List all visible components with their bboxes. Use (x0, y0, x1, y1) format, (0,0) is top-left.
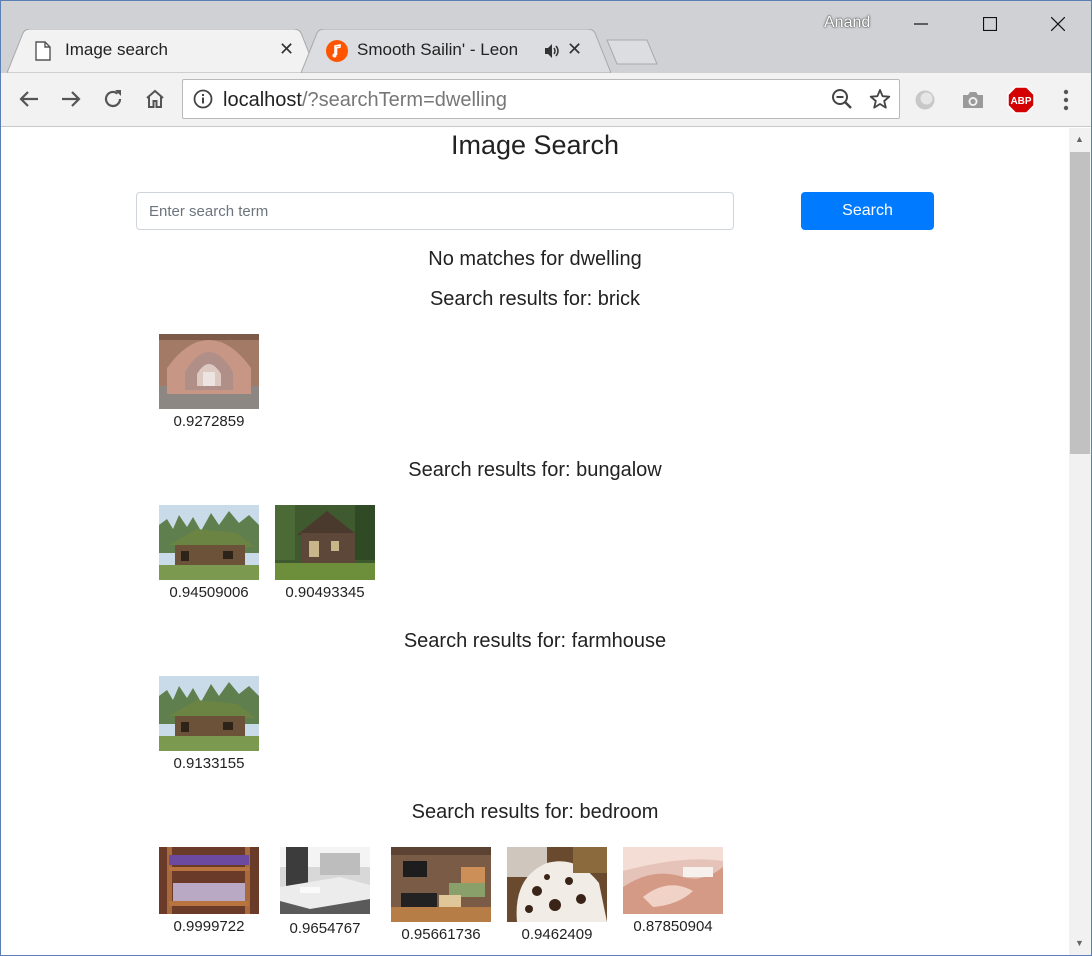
tab-image-search[interactable]: Image search ✕ (7, 29, 317, 73)
page-title: Image Search (450, 130, 620, 160)
result-heading-bungalow: Search results for: bungalow (408, 459, 662, 481)
reload-icon (104, 90, 122, 108)
maximize-button[interactable] (967, 1, 1013, 47)
result-item[interactable]: 0.94509006 (159, 505, 259, 601)
result-score: 0.94509006 (169, 584, 249, 601)
result-heading-brick: Search results for: brick (429, 288, 641, 310)
back-button[interactable] (13, 83, 45, 115)
result-score: 0.87850904 (633, 918, 713, 935)
close-window-button[interactable] (1035, 1, 1081, 47)
info-icon[interactable] (193, 89, 213, 114)
result-score: 0.9133155 (173, 755, 245, 772)
home-icon (146, 89, 164, 108)
arrow-left-icon (19, 91, 38, 107)
result-heading-bedroom: Search results for: bedroom (411, 801, 659, 823)
reload-button[interactable] (97, 83, 129, 115)
minimize-button[interactable] (898, 1, 944, 47)
result-score: 0.9462409 (521, 926, 593, 943)
tab-close-icon[interactable]: ✕ (567, 39, 582, 60)
search-button[interactable]: Search (801, 192, 934, 230)
tab-music[interactable]: Smooth Sailin' - Leon ✕ (301, 29, 611, 73)
extension-camera[interactable] (958, 85, 988, 115)
result-item[interactable]: 0.90493345 (275, 505, 375, 601)
search-input[interactable] (136, 192, 734, 230)
new-tab-button[interactable] (605, 39, 659, 65)
result-item[interactable]: 0.9133155 (159, 676, 259, 772)
url-text: localhost/?searchTerm=dwelling (223, 89, 507, 112)
result-item[interactable]: 0.9654767 (275, 847, 375, 937)
more-vertical-icon (1063, 89, 1069, 111)
adblock-plus-icon: ABP (1007, 86, 1035, 114)
browser-window: Image search ✕ Smooth Sailin' - Leon ✕ A… (0, 0, 1092, 956)
result-item[interactable]: 0.87850904 (623, 847, 723, 935)
music-icon (325, 39, 349, 68)
result-item[interactable]: 0.9462409 (507, 847, 607, 943)
tab-title: Image search (65, 40, 168, 59)
browser-menu-button[interactable] (1051, 85, 1081, 115)
result-heading-farmhouse: Search results for: farmhouse (403, 630, 667, 652)
scroll-down-icon[interactable]: ▼ (1075, 938, 1084, 948)
result-image[interactable] (507, 847, 607, 922)
arrow-right-icon (62, 91, 81, 107)
result-item[interactable]: 0.9999722 (159, 847, 259, 935)
title-bar: Image search ✕ Smooth Sailin' - Leon ✕ A… (1, 1, 1091, 73)
page-content: Image Search Search No matches for dwell… (1, 128, 1069, 955)
extension-ghost[interactable] (910, 85, 940, 115)
no-matches-message: No matches for dwelling (428, 248, 642, 270)
page-scrollbar[interactable]: ▲ ▼ (1069, 128, 1091, 955)
result-item[interactable]: 0.95661736 (391, 847, 491, 943)
adblock-label: ABP (1010, 96, 1031, 107)
bookmark-star-icon[interactable] (869, 88, 891, 115)
tab-title: Smooth Sailin' - Leon (357, 40, 519, 59)
url-path: /?searchTerm=dwelling (301, 89, 508, 111)
result-item[interactable]: 0.9272859 (159, 334, 259, 430)
result-score: 0.90493345 (285, 584, 365, 601)
close-icon (1051, 17, 1065, 31)
minimize-icon (914, 23, 928, 25)
camera-icon (963, 92, 983, 108)
result-image[interactable] (159, 505, 259, 580)
profile-name[interactable]: Anand (824, 14, 870, 32)
result-score: 0.9999722 (173, 918, 245, 935)
tab-close-icon[interactable]: ✕ (279, 39, 294, 60)
result-score: 0.9654767 (289, 920, 361, 937)
result-image[interactable] (159, 676, 259, 751)
page-icon (35, 41, 51, 66)
address-bar[interactable]: localhost/?searchTerm=dwelling (182, 79, 900, 119)
zoom-icon[interactable] (831, 88, 853, 115)
result-image[interactable] (275, 847, 375, 914)
result-image[interactable] (159, 847, 259, 914)
browser-toolbar: localhost/?searchTerm=dwelling ABP (1, 73, 1091, 127)
forward-button[interactable] (55, 83, 87, 115)
scroll-up-icon[interactable]: ▲ (1075, 134, 1084, 144)
result-image[interactable] (159, 334, 259, 409)
speaker-icon[interactable] (543, 42, 561, 65)
result-score: 0.9272859 (173, 413, 245, 430)
result-score: 0.95661736 (401, 926, 481, 943)
url-host: localhost (223, 89, 302, 111)
ghost-icon (915, 90, 935, 110)
scrollbar-thumb[interactable] (1070, 152, 1090, 454)
maximize-icon (983, 17, 997, 31)
extension-adblock-plus[interactable]: ABP (1006, 85, 1036, 115)
result-image[interactable] (275, 505, 375, 580)
result-image[interactable] (623, 847, 723, 914)
result-image[interactable] (391, 847, 491, 922)
home-button[interactable] (139, 83, 171, 115)
